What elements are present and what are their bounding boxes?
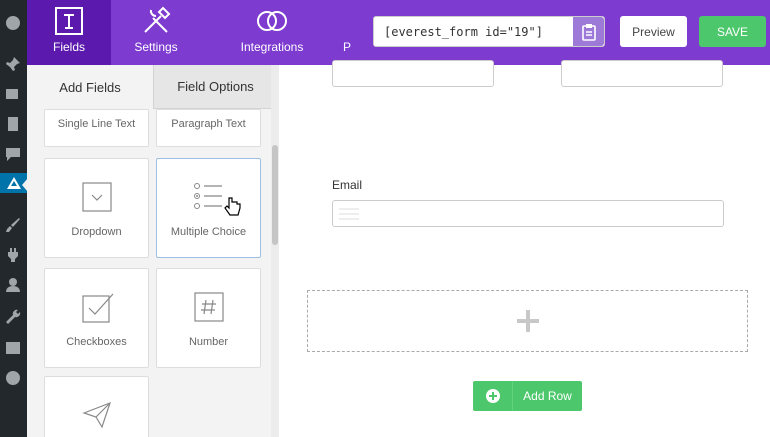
field-paragraph-text[interactable]: Paragraph Text (156, 109, 261, 147)
tab-fields-label: Fields (52, 40, 85, 54)
tab-add-fields[interactable]: Add Fields (27, 65, 153, 109)
plugins-icon[interactable] (3, 245, 23, 265)
field-number[interactable]: Number (156, 268, 261, 368)
form-input-first[interactable] (332, 60, 494, 87)
add-row-button[interactable]: Add Row (473, 381, 582, 411)
field-label: Multiple Choice (170, 226, 247, 238)
shortcode-box[interactable]: [everest_form id="19"] (373, 16, 605, 47)
add-field-drop-zone[interactable] (307, 290, 748, 352)
tab-field-options[interactable]: Field Options (153, 65, 277, 109)
number-hash-icon (194, 292, 224, 322)
tab-integrations-label: Integrations (240, 40, 304, 54)
form-builder-screen: Fields Settings Integrations P [everest_… (0, 0, 770, 437)
comments-icon[interactable] (3, 144, 23, 164)
form-canvas: Email Add Row (280, 60, 770, 437)
integrations-rings-icon (255, 6, 289, 36)
plus-icon (516, 310, 539, 332)
email-field[interactable] (332, 200, 724, 227)
save-button[interactable]: SAVE (699, 16, 766, 47)
shortcode-text[interactable]: [everest_form id="19"] (374, 25, 573, 39)
appearance-brush-icon[interactable] (3, 215, 23, 235)
field-label: Single Line Text (57, 118, 136, 130)
preview-button[interactable]: Preview (620, 16, 687, 47)
field-label: Paragraph Text (171, 118, 246, 130)
tools-wrench-icon[interactable] (3, 307, 23, 327)
tab-settings-label: Settings (134, 40, 178, 54)
copy-shortcode-button[interactable] (573, 17, 604, 46)
tab-partial-label: P (342, 40, 351, 54)
tab-partial[interactable]: P (332, 0, 362, 65)
input-placeholder-lines (339, 208, 359, 220)
field-multiple-choice[interactable]: Multiple Choice (156, 158, 261, 258)
dropdown-icon (82, 182, 112, 212)
tab-integrations[interactable]: Integrations (212, 0, 332, 65)
add-row-label: Add Row (523, 389, 572, 403)
paper-plane-icon (82, 401, 111, 429)
settings-icon[interactable] (3, 338, 23, 358)
checkbox-icon (82, 293, 114, 323)
field-checkboxes[interactable]: Checkboxes (44, 268, 149, 368)
settings-tools-icon (141, 6, 171, 36)
field-label: Number (188, 336, 229, 348)
field-dropdown[interactable]: Dropdown (44, 158, 149, 258)
panel-scrollbar[interactable] (271, 65, 279, 437)
collapse-menu-icon[interactable] (3, 368, 23, 388)
field-label: Dropdown (71, 226, 122, 238)
email-field-label: Email (332, 178, 363, 192)
builder-header: Fields Settings Integrations P [everest_… (27, 0, 770, 65)
form-input-second[interactable] (561, 60, 723, 87)
plus-circle-icon (473, 381, 513, 411)
fields-form-icon (54, 6, 84, 36)
hand-cursor-icon (224, 197, 241, 216)
dashboard-icon[interactable] (3, 12, 23, 32)
panel-scroll-thumb[interactable] (272, 145, 278, 245)
field-single-line-text[interactable]: Single Line Text (44, 109, 149, 147)
multiple-choice-icon (194, 183, 222, 209)
posts-pin-icon[interactable] (3, 54, 23, 74)
tab-fields[interactable]: Fields (27, 0, 111, 65)
media-icon[interactable] (3, 84, 23, 104)
clipboard-icon (581, 23, 596, 41)
users-icon[interactable] (3, 275, 23, 295)
tab-settings[interactable]: Settings (111, 0, 201, 65)
wp-admin-sidebar (0, 0, 28, 437)
fields-panel: Add Fields Field Options Single Line Tex… (27, 65, 279, 437)
pages-icon[interactable] (3, 114, 23, 134)
field-submit[interactable] (44, 376, 149, 437)
field-label: Checkboxes (66, 336, 127, 348)
